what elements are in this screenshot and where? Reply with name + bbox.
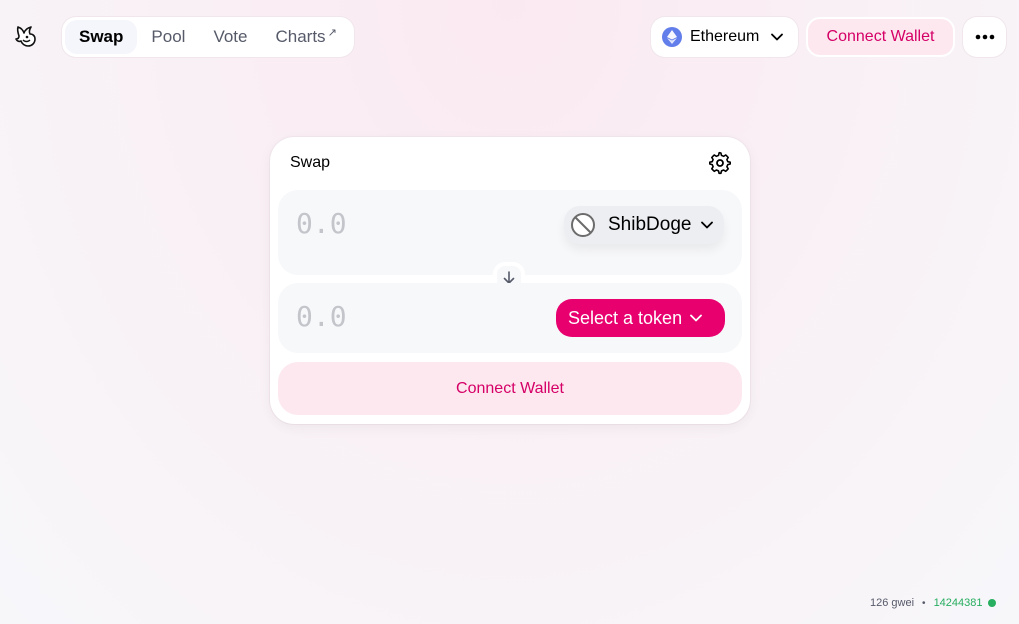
network-label: Ethereum: [690, 28, 760, 45]
connect-wallet-button[interactable]: Connect Wallet: [278, 362, 742, 415]
top-bar: Swap Pool Vote Charts ↗ Ethereum Connect…: [0, 0, 1019, 74]
nav-pool[interactable]: Pool: [137, 20, 199, 54]
output-amount-field[interactable]: 0.0: [296, 300, 347, 333]
nav-swap[interactable]: Swap: [65, 20, 138, 54]
input-token-label: ShibDoge: [608, 214, 692, 235]
main-nav: Swap Pool Vote Charts ↗: [62, 17, 354, 57]
connect-wallet-header-label: Connect Wallet: [826, 28, 935, 45]
nav-pool-label: Pool: [151, 27, 186, 46]
network-status: 126 gwei • 14244381: [870, 596, 996, 610]
external-link-icon: ↗: [327, 26, 337, 39]
uniswap-logo-icon[interactable]: [12, 22, 40, 50]
more-menu-button[interactable]: [963, 17, 1006, 57]
swap-card: Swap 0.0 ShibDoge 0.0 Select a token Con…: [270, 137, 750, 424]
network-selector[interactable]: Ethereum: [651, 17, 798, 57]
gas-price: 126 gwei: [870, 597, 915, 609]
chevron-down-icon: [771, 33, 784, 41]
block-number[interactable]: 14244381: [934, 597, 983, 609]
status-separator: •: [922, 597, 926, 609]
swap-output-panel: 0.0 Select a token: [278, 283, 742, 353]
input-amount-field[interactable]: 0.0: [296, 207, 347, 240]
chevron-down-icon: [690, 314, 702, 322]
connect-wallet-header-button[interactable]: Connect Wallet: [806, 17, 955, 57]
input-token-selector[interactable]: ShibDoge: [564, 206, 724, 244]
swap-card-title: Swap: [290, 154, 331, 171]
ethereum-icon: [662, 27, 682, 47]
live-status-dot: [987, 599, 996, 607]
more-horizontal-icon: [975, 34, 994, 40]
nav-charts-label: Charts: [275, 27, 326, 46]
nav-swap-label: Swap: [79, 27, 124, 46]
gear-icon[interactable]: [708, 151, 732, 175]
connect-wallet-label: Connect Wallet: [456, 379, 564, 397]
chevron-down-icon: [701, 221, 714, 229]
nav-charts[interactable]: Charts ↗: [261, 20, 350, 54]
select-token-button[interactable]: Select a token: [556, 299, 725, 337]
nav-vote-label: Vote: [213, 27, 248, 46]
nav-vote[interactable]: Vote: [199, 20, 261, 54]
select-token-label: Select a token: [568, 307, 683, 328]
ban-icon: [571, 213, 595, 237]
